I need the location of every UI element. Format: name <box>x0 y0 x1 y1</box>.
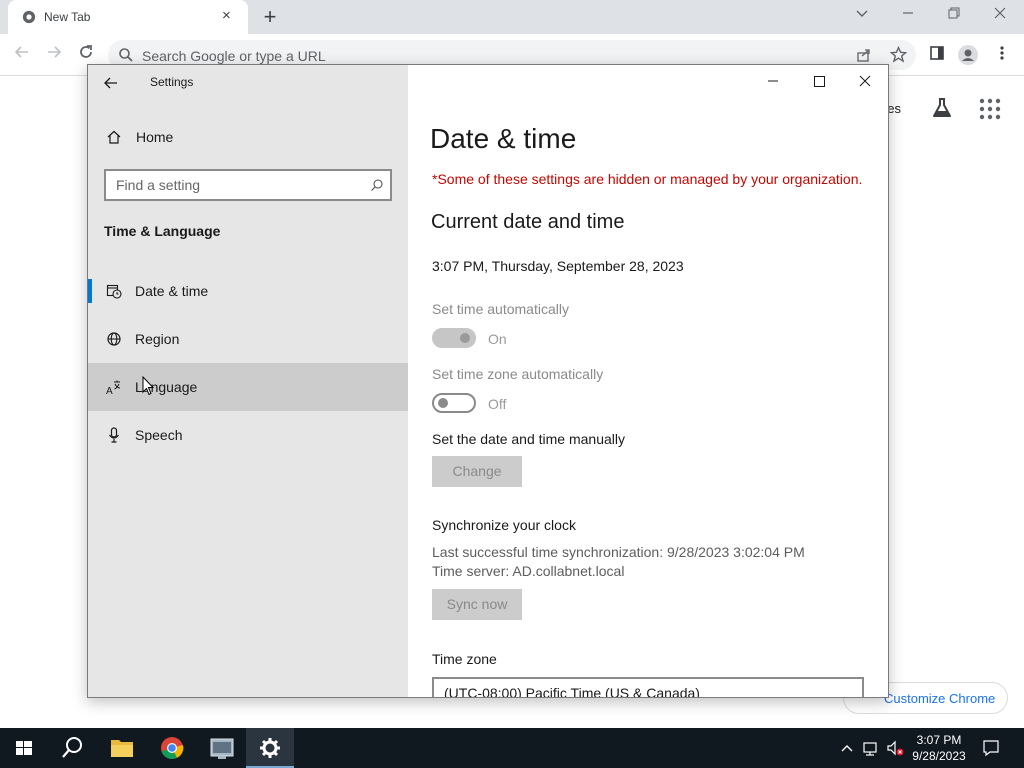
time-zone-label: Time zone <box>432 651 497 667</box>
maximize-icon[interactable] <box>796 65 842 97</box>
sidebar-item-speech[interactable]: Speech <box>88 411 408 459</box>
network-icon[interactable] <box>862 738 880 758</box>
mouse-cursor-icon <box>142 376 154 396</box>
window-title: Settings <box>150 75 194 89</box>
home-icon <box>107 130 121 144</box>
volume-muted-icon[interactable] <box>886 738 904 758</box>
time-zone-value: (UTC-08:00) Pacific Time (US & Canada) <box>444 685 700 698</box>
set-time-auto-toggle[interactable] <box>432 328 476 348</box>
find-setting-input[interactable] <box>106 171 356 199</box>
browser-close-icon[interactable] <box>990 6 1010 26</box>
microphone-icon <box>109 427 119 443</box>
windows-logo-icon <box>16 741 32 755</box>
back-arrow-icon[interactable] <box>10 43 34 67</box>
share-icon[interactable] <box>856 47 872 63</box>
sidebar-item-region[interactable]: Region <box>88 315 408 363</box>
search-icon <box>62 737 82 758</box>
close-icon[interactable] <box>842 65 888 97</box>
taskbar-search-button[interactable] <box>48 728 96 768</box>
bookmark-star-icon[interactable] <box>890 46 907 63</box>
sidebar-item-label: Date & time <box>135 283 209 299</box>
minimize-icon[interactable] <box>750 65 796 97</box>
toggle-knob <box>460 333 470 343</box>
taskbar-file-explorer[interactable] <box>98 728 146 768</box>
current-date-time-heading: Current date and time <box>431 211 625 233</box>
tab-search-icon[interactable] <box>852 6 872 26</box>
time-zone-dropdown[interactable]: (UTC-08:00) Pacific Time (US & Canada) <box>432 677 864 698</box>
notification-icon[interactable] <box>982 738 1000 758</box>
page-title: Date & time <box>430 123 577 154</box>
back-arrow-icon[interactable] <box>104 71 124 95</box>
taskbar-chrome[interactable] <box>148 728 196 768</box>
taskbar-settings[interactable] <box>246 728 294 768</box>
sidebar-item-date-time[interactable]: Date & time <box>88 267 408 315</box>
sidebar-item-label: Region <box>135 331 180 347</box>
start-button[interactable] <box>0 728 48 768</box>
language-icon: A <box>106 380 121 395</box>
settings-content: Date & time *Some of these settings are … <box>408 65 888 697</box>
svg-text:A: A <box>106 386 113 395</box>
last-sync-text: Last successful time synchronization: 9/… <box>432 544 805 560</box>
browser-tab-new-tab[interactable]: New Tab × <box>8 0 248 34</box>
search-icon <box>119 48 133 62</box>
time-server-text: Time server: AD.collabnet.local <box>432 563 625 579</box>
side-panel-icon[interactable] <box>927 45 947 65</box>
home-nav-item[interactable]: Home <box>88 123 408 153</box>
sync-now-button[interactable]: Sync now <box>432 589 522 620</box>
tab-close-icon[interactable]: × <box>222 8 231 24</box>
google-apps-icon[interactable] <box>979 98 1001 120</box>
taskbar-clock[interactable]: 3:07 PM 9/28/2023 <box>906 732 972 764</box>
toggle-knob <box>438 398 448 408</box>
windows-taskbar: 3:07 PM 9/28/2023 <box>0 728 1024 768</box>
labs-flask-icon[interactable] <box>930 96 954 120</box>
clock-date: 9/28/2023 <box>912 749 966 763</box>
section-title: Time & Language <box>104 223 221 239</box>
profile-avatar-icon[interactable] <box>958 45 978 65</box>
browser-minimize-icon[interactable] <box>898 6 918 26</box>
browser-restore-icon[interactable] <box>944 6 964 26</box>
chevron-up-icon[interactable] <box>838 738 856 758</box>
change-button[interactable]: Change <box>432 456 522 487</box>
forward-arrow-icon[interactable] <box>42 43 66 67</box>
globe-icon <box>107 332 121 346</box>
set-time-auto-state: On <box>488 331 507 347</box>
clock-time: 3:07 PM <box>916 733 962 747</box>
home-label: Home <box>136 129 174 145</box>
chrome-menu-icon[interactable] <box>992 45 1012 65</box>
sync-clock-heading: Synchronize your clock <box>432 517 576 533</box>
app-window-icon <box>210 738 234 759</box>
settings-sidebar: Settings Home Time & Language Date & tim… <box>88 65 408 697</box>
set-time-auto-label: Set time automatically <box>432 301 569 317</box>
customize-chrome-label: Customize Chrome <box>884 691 996 706</box>
taskbar-app[interactable] <box>198 728 246 768</box>
omnibox-placeholder: Search Google or type a URL <box>142 48 326 64</box>
tab-title: New Tab <box>44 10 91 24</box>
sidebar-item-language[interactable]: A Language <box>88 363 408 411</box>
folder-icon <box>111 740 133 757</box>
set-tz-auto-state: Off <box>488 396 507 412</box>
managed-settings-notice: *Some of these settings are hidden or ma… <box>432 171 863 187</box>
set-tz-auto-label: Set time zone automatically <box>432 366 604 382</box>
find-setting-search[interactable] <box>104 169 392 201</box>
browser-tab-strip: New Tab × + <box>0 0 1024 34</box>
set-tz-auto-toggle[interactable] <box>432 393 476 413</box>
manual-date-time-label: Set the date and time manually <box>432 431 626 447</box>
settings-window: Settings Home Time & Language Date & tim… <box>87 64 889 698</box>
current-date-time-value: 3:07 PM, Thursday, September 28, 2023 <box>432 258 684 274</box>
calendar-clock-icon <box>106 284 122 299</box>
chrome-icon <box>161 737 184 760</box>
new-tab-button[interactable]: + <box>258 4 282 30</box>
chrome-favicon-icon <box>22 10 36 24</box>
sidebar-item-label: Speech <box>135 427 183 443</box>
gear-icon <box>260 738 280 758</box>
search-icon <box>371 179 383 191</box>
